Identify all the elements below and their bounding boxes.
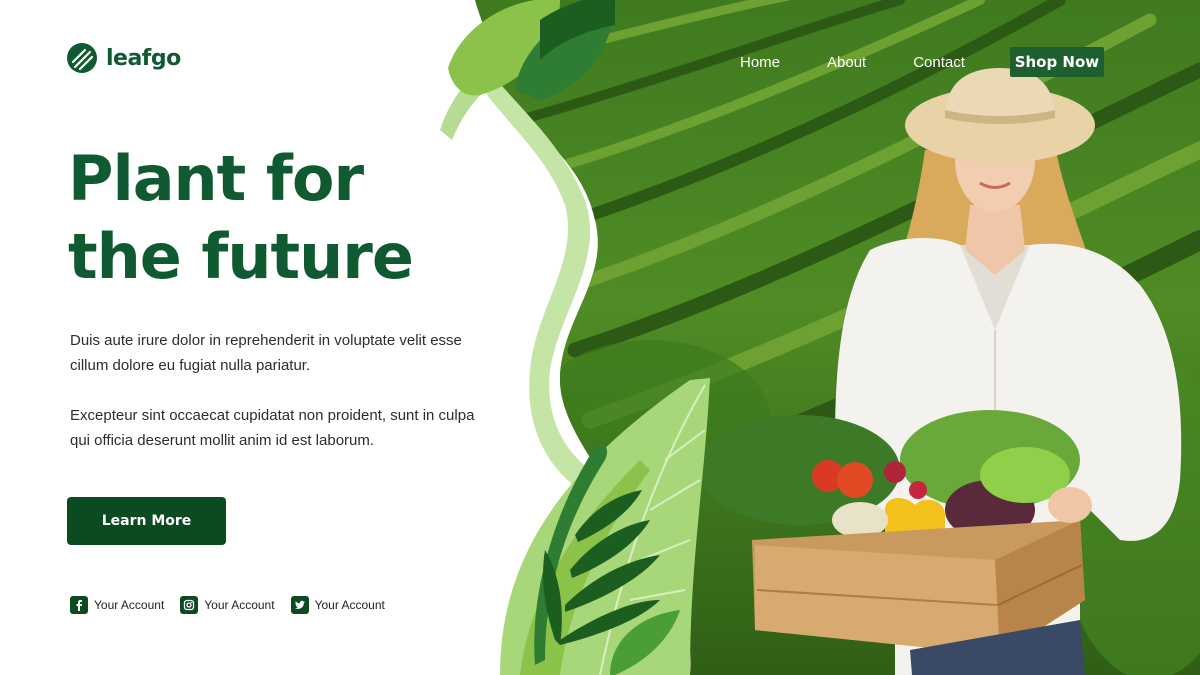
social-links: Your Account Your Account Your Account: [70, 596, 385, 614]
top-nav: Home About Contact Shop Now: [740, 47, 1104, 77]
social-label: Your Account: [314, 598, 385, 612]
page-title: Plant for the future: [68, 140, 414, 296]
nav-about[interactable]: About: [827, 54, 866, 71]
nav-home[interactable]: Home: [740, 54, 780, 71]
headline-line-2: the future: [68, 220, 414, 293]
hero-paragraph-2: Excepteur sint occaecat cupidatat non pr…: [70, 407, 475, 449]
logo[interactable]: leafgo: [66, 42, 181, 74]
social-link-facebook[interactable]: Your Account: [70, 596, 164, 614]
nav-contact[interactable]: Contact: [913, 54, 965, 71]
social-label: Your Account: [94, 598, 165, 612]
headline-line-1: Plant for: [68, 142, 364, 215]
brand-name: leafgo: [106, 45, 181, 71]
social-label: Your Account: [204, 598, 275, 612]
leaf-stripes-logo-icon: [67, 43, 97, 73]
shop-now-button[interactable]: Shop Now: [1009, 47, 1104, 77]
learn-more-button[interactable]: Learn More: [67, 497, 226, 545]
social-link-instagram[interactable]: Your Account: [180, 596, 275, 614]
instagram-icon: [180, 596, 199, 614]
twitter-icon: [290, 596, 309, 614]
social-link-twitter[interactable]: Your Account: [290, 596, 385, 614]
hero-paragraph-1: Duis aute irure dolor in reprehenderit i…: [70, 332, 462, 374]
facebook-icon: [70, 596, 88, 614]
